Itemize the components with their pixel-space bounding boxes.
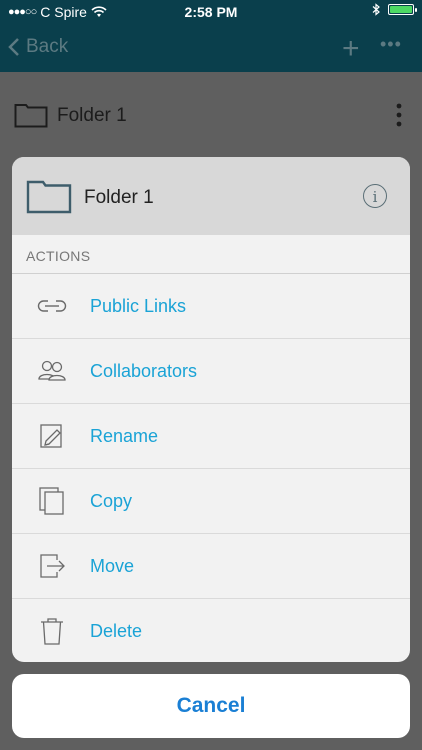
action-public-links[interactable]: Public Links — [12, 274, 410, 339]
trash-icon — [41, 618, 63, 645]
back-label: Back — [26, 36, 69, 57]
chevron-left-icon — [8, 38, 19, 56]
bluetooth-icon — [372, 3, 380, 16]
action-label: Collaborators — [90, 361, 198, 381]
folder-icon — [14, 104, 48, 128]
battery-fill — [390, 6, 412, 13]
sheet-title: Folder 1 — [84, 187, 154, 208]
action-copy[interactable]: Copy — [12, 469, 410, 534]
action-move[interactable]: Move — [12, 534, 410, 599]
link-icon — [37, 300, 67, 312]
action-label: Delete — [90, 621, 143, 641]
folder-list-item[interactable]: Folder 1 — [0, 80, 422, 150]
section-header: ACTIONS — [12, 235, 410, 274]
battery-icon — [388, 4, 417, 15]
folder-icon — [26, 180, 72, 214]
action-label: Public Links — [90, 296, 187, 316]
add-icon[interactable]: + — [342, 32, 360, 66]
cancel-label: Cancel — [176, 694, 246, 717]
move-icon — [40, 554, 65, 578]
people-icon — [38, 360, 66, 381]
kebab-menu-icon[interactable] — [396, 103, 402, 127]
section-title: ACTIONS — [26, 248, 91, 264]
info-icon[interactable]: i — [363, 184, 387, 208]
cancel-button[interactable]: Cancel — [12, 674, 410, 738]
action-label: Copy — [90, 491, 133, 511]
status-bar: ●●●○○ C Spire 2:58 PM — [0, 0, 422, 24]
action-delete[interactable]: Delete — [12, 599, 410, 662]
status-right — [372, 3, 417, 16]
folder-name: Folder 1 — [57, 105, 127, 126]
action-sheet: Folder 1 i ACTIONS Public Links Collabor… — [12, 157, 410, 662]
more-icon[interactable]: ••• — [380, 34, 402, 55]
clock: 2:58 PM — [184, 4, 238, 20]
rename-icon — [40, 424, 62, 448]
action-label: Move — [90, 556, 135, 576]
navigation-bar: Back + ••• — [0, 24, 422, 72]
back-button[interactable]: Back — [8, 36, 68, 58]
sheet-header: Folder 1 i — [12, 157, 410, 235]
action-collaborators[interactable]: Collaborators — [12, 339, 410, 404]
action-rename[interactable]: Rename — [12, 404, 410, 469]
action-label: Rename — [90, 426, 159, 446]
copy-icon — [39, 487, 64, 515]
